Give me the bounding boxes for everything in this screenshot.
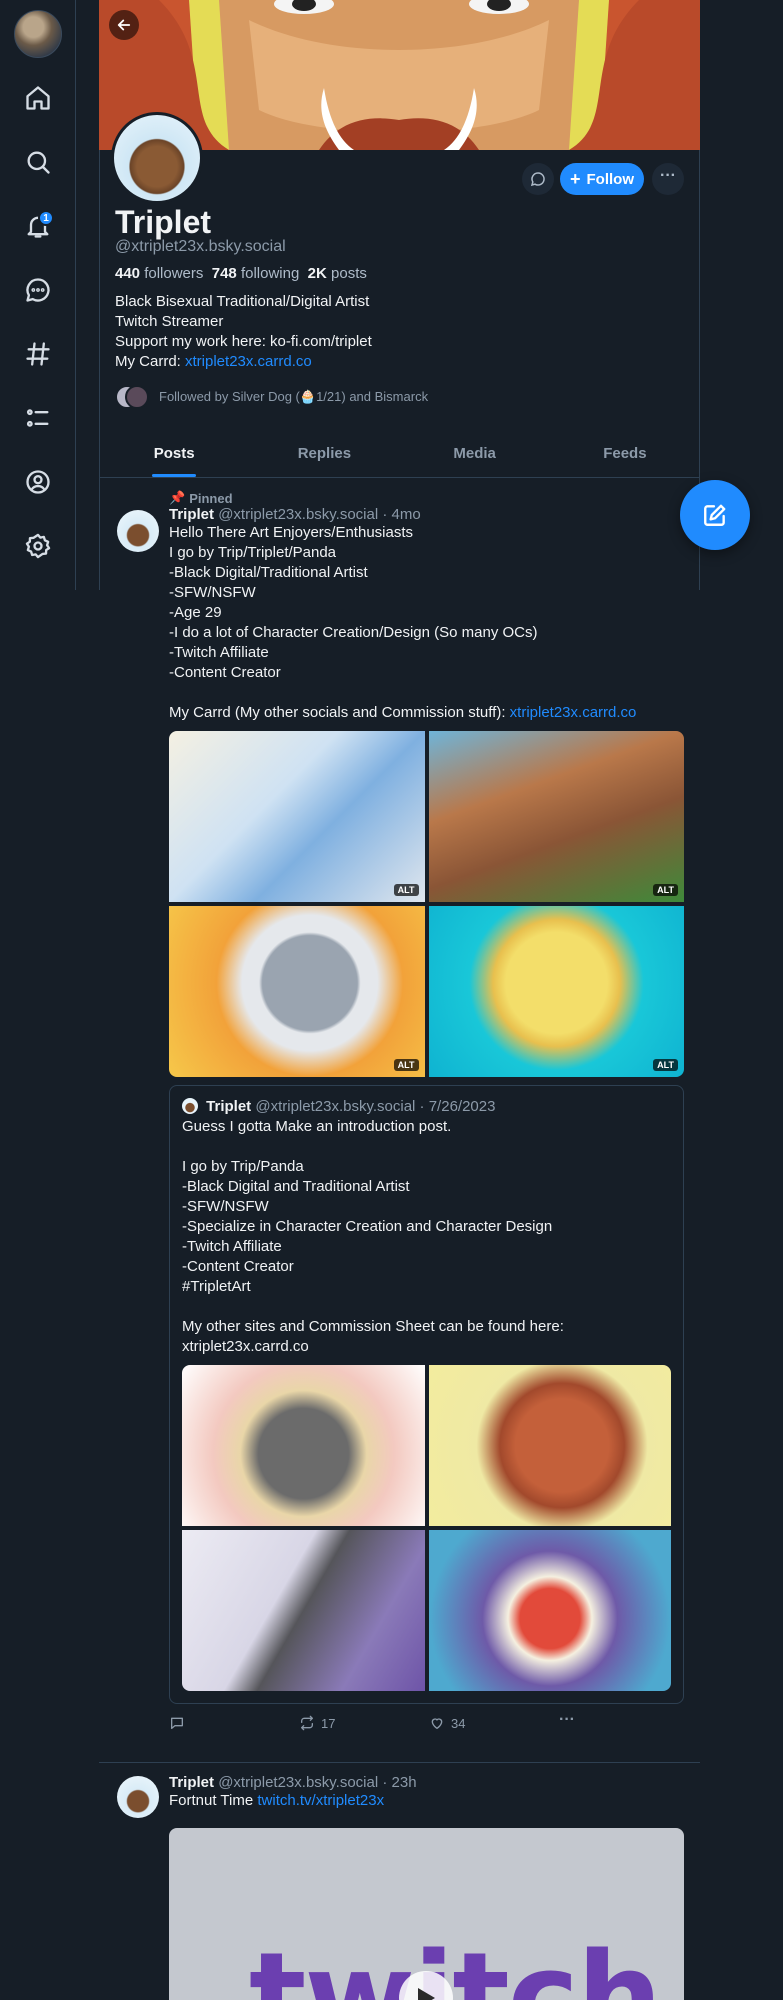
like-button[interactable]: 34 (429, 1715, 559, 1731)
post-image-grid: ALT ALT ALT ALT (169, 731, 684, 1077)
post-meta: Triplet @xtriplet23x.bsky.social · 23h (169, 1774, 417, 1791)
ellipsis-icon: ··· (559, 1711, 575, 1728)
search-icon[interactable] (18, 142, 58, 182)
ellipsis-icon: ··· (660, 167, 676, 184)
quote-image[interactable] (428, 1365, 671, 1526)
following-link[interactable]: 748 following (212, 265, 300, 282)
post-image[interactable]: ALT (169, 906, 425, 1077)
author-name[interactable]: Triplet (169, 506, 214, 523)
chat-bubble-icon (530, 172, 545, 187)
back-button[interactable] (109, 10, 139, 40)
post-more-button[interactable]: ··· (559, 1712, 575, 1728)
post-image[interactable]: ALT (169, 731, 425, 902)
followed-by-text: Followed by Silver Dog (🧁1/21) and Bisma… (159, 389, 429, 404)
quote-text: Guess I gotta Make an introduction post.… (182, 1118, 564, 1355)
pinned-label: Pinned (189, 490, 233, 506)
avatar[interactable] (117, 1776, 159, 1818)
twitch-logo: twitch (249, 1928, 662, 2000)
home-icon[interactable] (18, 78, 58, 118)
post-meta: Triplet @xtriplet23x.bsky.social · 4mo (169, 506, 421, 523)
reply-button[interactable] (169, 1715, 299, 1731)
settings-gear-icon[interactable] (18, 526, 58, 566)
compose-button[interactable] (680, 480, 750, 550)
quote-handle: @xtriplet23x.bsky.social (255, 1098, 416, 1115)
play-icon (418, 1988, 435, 2000)
notifications-bell-icon[interactable]: 1 (18, 206, 58, 246)
posts-count: 2K posts (307, 265, 367, 282)
alt-badge[interactable]: ALT (653, 1059, 678, 1071)
bio-line: Twitch Streamer (115, 313, 224, 330)
compose-pencil-icon (704, 504, 726, 526)
repost-icon (301, 1715, 313, 1731)
heart-icon (431, 1718, 443, 1729)
avatar (182, 1098, 198, 1114)
quote-image-grid (182, 1365, 671, 1691)
repost-count: 17 (321, 1715, 336, 1731)
message-button[interactable] (522, 163, 554, 195)
alt-badge[interactable]: ALT (393, 1059, 419, 1071)
profile-icon[interactable] (18, 462, 58, 502)
bio-line: Support my work here: ko-fi.com/triplet (115, 333, 372, 350)
like-count: 34 (451, 1715, 466, 1731)
post-link[interactable]: xtriplet23x.carrd.co (510, 704, 637, 721)
followed-by-avatars (115, 385, 149, 409)
quoted-post[interactable]: Triplet @xtriplet23x.bsky.social · 7/26/… (169, 1085, 684, 1704)
quote-image[interactable] (182, 1530, 425, 1691)
pinned-indicator: 📌 Pinned (169, 490, 684, 506)
twitch-link[interactable]: twitch.tv/xtriplet23x (257, 1792, 384, 1809)
post-image[interactable]: ALT (428, 906, 684, 1077)
followers-link[interactable]: 440 followers (115, 265, 203, 282)
post-image[interactable]: ALT (428, 731, 684, 902)
post-time[interactable]: 23h (392, 1774, 417, 1791)
lists-icon[interactable] (18, 398, 58, 438)
quote-image[interactable] (428, 1530, 671, 1691)
post-time[interactable]: 4mo (392, 506, 421, 523)
author-name[interactable]: Triplet (169, 1774, 214, 1791)
author-handle[interactable]: @xtriplet23x.bsky.social (218, 1774, 378, 1791)
tab-posts[interactable]: Posts (99, 430, 249, 477)
post-divider (99, 1762, 700, 1763)
post-content: 📌 Pinned Triplet @xtriplet23x.bsky.socia… (169, 490, 684, 1738)
post-text: Hello There Art Enjoyers/Enthusiasts I g… (169, 524, 637, 721)
repost-button[interactable]: 17 (299, 1715, 429, 1731)
post-text: Fortnut Time twitch.tv/xtriplet23x (169, 1792, 385, 1809)
quote-meta: Triplet @xtriplet23x.bsky.social · 7/26/… (182, 1098, 671, 1115)
tab-replies[interactable]: Replies (249, 430, 399, 477)
reply-icon (171, 1717, 183, 1729)
notifications-badge: 1 (38, 210, 54, 226)
avatar[interactable] (117, 510, 159, 552)
quote-author: Triplet (206, 1098, 252, 1115)
avatar (125, 385, 149, 409)
chat-icon[interactable] (18, 270, 58, 310)
quote-image[interactable] (182, 1365, 425, 1526)
bio-line: Black Bisexual Traditional/Digital Artis… (115, 293, 370, 310)
quote-date: 7/26/2023 (428, 1098, 496, 1115)
profile-stats: 440 followers 748 following 2K posts (115, 265, 367, 282)
profile-bio: Black Bisexual Traditional/Digital Artis… (115, 292, 372, 372)
carrd-link[interactable]: xtriplet23x.carrd.co (185, 353, 312, 370)
arrow-left-icon (117, 19, 131, 31)
post-actions: 17 34 ··· (169, 1708, 684, 1738)
post-content: Triplet @xtriplet23x.bsky.social · 23h F… (169, 1774, 684, 1811)
feeds-hash-icon[interactable] (18, 334, 58, 374)
bio-line: My Carrd: xtriplet23x.carrd.co (115, 353, 312, 370)
author-handle[interactable]: @xtriplet23x.bsky.social (218, 506, 378, 523)
alt-badge[interactable]: ALT (393, 884, 419, 896)
profile-name: Triplet (115, 204, 212, 240)
follow-label: Follow (586, 170, 635, 188)
profile-tabs: Posts Replies Media Feeds (99, 430, 700, 478)
tab-feeds[interactable]: Feeds (550, 430, 700, 477)
current-user-avatar[interactable] (14, 10, 62, 58)
follow-button[interactable]: + Follow (560, 163, 644, 195)
video-embed[interactable]: twitch (169, 1828, 684, 2000)
alt-badge[interactable]: ALT (653, 884, 678, 896)
tab-media[interactable]: Media (400, 430, 550, 477)
plus-icon: + (569, 169, 581, 189)
left-rail: 1 (0, 0, 76, 590)
pin-icon: 📌 (169, 490, 186, 505)
profile-handle: @xtriplet23x.bsky.social (115, 238, 286, 255)
followed-by-row[interactable]: Followed by Silver Dog (🧁1/21) and Bisma… (115, 385, 428, 409)
more-options-button[interactable]: ··· (652, 163, 684, 195)
profile-avatar[interactable] (111, 112, 203, 204)
